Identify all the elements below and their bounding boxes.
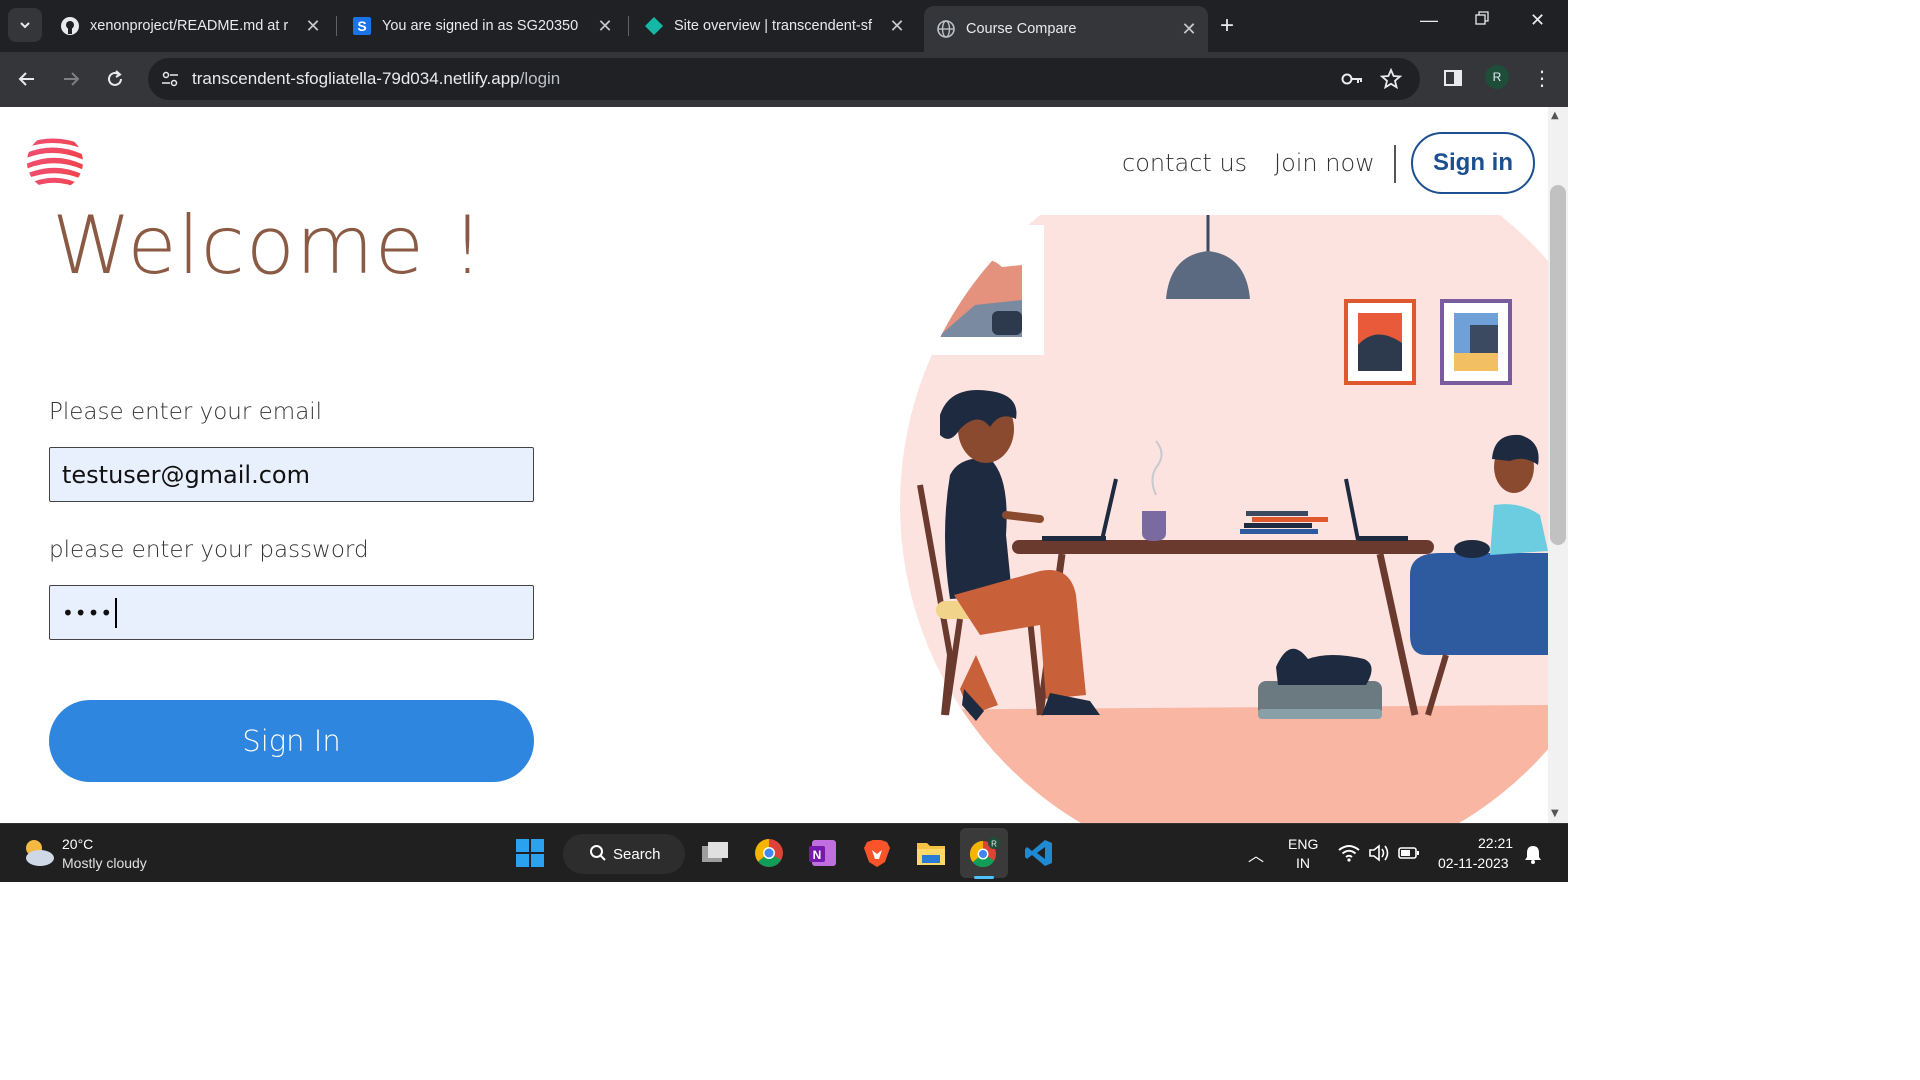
brave-icon[interactable] [860, 836, 894, 870]
search-label: Search [613, 845, 661, 863]
tab-github[interactable]: xenonproject/README.md at r ✕ [48, 6, 332, 46]
browser-toolbar: transcendent-sfogliatella-79d034.netlify… [0, 52, 1568, 107]
close-icon[interactable]: ✕ [886, 16, 908, 37]
clock-time[interactable]: 22:21 [1478, 835, 1513, 851]
task-view-icon[interactable] [698, 836, 732, 870]
url-path: /login [519, 69, 561, 88]
search-icon [589, 844, 607, 866]
tab-divider [336, 16, 337, 36]
globe-icon [936, 19, 956, 39]
scrollbar-thumb[interactable] [1550, 185, 1566, 545]
login-page: contact us Join now Sign in Welcome ! Pl… [0, 107, 1548, 823]
language-line2[interactable]: IN [1296, 855, 1310, 871]
close-icon[interactable]: ✕ [302, 16, 324, 37]
site-info-icon[interactable] [160, 69, 180, 93]
wifi-icon[interactable] [1338, 844, 1360, 866]
chrome-profile-icon[interactable]: R [967, 836, 1001, 870]
side-panel-icon[interactable] [1443, 68, 1463, 92]
join-now-link[interactable]: Join now [1274, 149, 1375, 177]
password-value: •••• [62, 600, 114, 625]
brand-logo[interactable] [26, 133, 84, 191]
tab-signed-in[interactable]: S You are signed in as SG20350 ✕ [340, 6, 624, 46]
workspace-illustration [900, 215, 1548, 823]
menu-dots-icon[interactable]: ⋮ [1532, 66, 1552, 90]
github-icon [60, 16, 80, 36]
scroll-down-icon[interactable]: ▼ [1551, 808, 1559, 819]
tab-title: You are signed in as SG20350 [382, 18, 579, 34]
new-tab-button[interactable]: + [1220, 12, 1234, 40]
email-label: Please enter your email [49, 399, 323, 425]
weather-description[interactable]: Mostly cloudy [62, 855, 147, 871]
forward-button[interactable] [56, 64, 86, 94]
address-bar[interactable]: transcendent-sfogliatella-79d034.netlify… [148, 58, 1420, 100]
url-host: transcendent-sfogliatella-79d034.netlify… [192, 69, 520, 88]
vscode-icon[interactable] [1022, 836, 1056, 870]
close-icon[interactable]: ✕ [594, 16, 616, 37]
minimize-icon[interactable]: — [1420, 10, 1438, 31]
password-field[interactable]: •••• [49, 585, 534, 640]
scroll-up-icon[interactable]: ▲ [1551, 110, 1559, 121]
email-field[interactable]: testuser@gmail.com [49, 447, 534, 502]
browser-tab-bar: xenonproject/README.md at r ✕ S You are … [0, 0, 1568, 52]
password-label: please enter your password [49, 537, 369, 563]
page-title: Welcome ! [52, 199, 485, 292]
url-text: transcendent-sfogliatella-79d034.netlify… [192, 69, 560, 89]
contact-us-link[interactable]: contact us [1122, 149, 1247, 177]
svg-text:N: N [813, 848, 822, 862]
active-indicator [974, 876, 994, 879]
windows-start-icon[interactable] [513, 836, 547, 870]
nav-divider [1394, 145, 1396, 183]
clock-date[interactable]: 02-11-2023 [1438, 855, 1509, 871]
text-caret [115, 597, 118, 628]
weather-cloudy-icon[interactable] [20, 836, 56, 872]
file-explorer-icon[interactable] [914, 836, 948, 870]
arrow-left-icon [18, 72, 34, 86]
tab-netlify[interactable]: Site overview | transcendent-sf ✕ [632, 6, 916, 46]
taskbar-search[interactable]: Search [563, 834, 685, 874]
netlify-icon [644, 16, 664, 36]
arrow-right-icon [64, 72, 80, 86]
volume-icon[interactable] [1368, 844, 1390, 866]
email-value: testuser@gmail.com [62, 460, 310, 489]
windows-taskbar: 20°C Mostly cloudy Search N R ︿ ENG IN 2… [0, 823, 1568, 882]
tab-title: xenonproject/README.md at r [90, 18, 289, 34]
profile-avatar[interactable]: R [1485, 65, 1509, 89]
language-line1[interactable]: ENG [1288, 836, 1318, 852]
s-app-icon: S [352, 16, 372, 36]
sign-in-button[interactable]: Sign In [49, 700, 534, 782]
header-sign-in-button[interactable]: Sign in [1411, 132, 1535, 194]
onenote-icon[interactable]: N [806, 836, 840, 870]
notification-bell-icon[interactable] [1524, 844, 1542, 868]
tab-divider [628, 16, 629, 36]
tab-title: Site overview | transcendent-sf [674, 18, 872, 34]
chevron-down-icon [20, 22, 30, 29]
restore-icon[interactable] [1474, 10, 1490, 31]
weather-temperature[interactable]: 20°C [62, 836, 93, 852]
mug-icon [1142, 511, 1166, 541]
reload-icon [108, 70, 122, 86]
battery-icon[interactable] [1398, 845, 1420, 865]
chrome-icon[interactable] [752, 836, 786, 870]
close-icon[interactable]: ✕ [1178, 19, 1200, 40]
reload-button[interactable] [100, 64, 130, 94]
key-icon[interactable] [1340, 69, 1364, 93]
tab-course-compare[interactable]: Course Compare ✕ [924, 6, 1208, 52]
table [1012, 540, 1434, 554]
tab-title: Course Compare [966, 21, 1077, 37]
back-button[interactable] [12, 64, 42, 94]
person-woman [945, 458, 1012, 599]
tab-search-button[interactable] [8, 8, 42, 42]
svg-text:S: S [357, 18, 366, 34]
bookmark-star-icon[interactable] [1379, 67, 1403, 94]
tray-overflow-icon[interactable]: ︿ [1248, 842, 1264, 866]
window-close-icon[interactable]: ✕ [1530, 10, 1545, 31]
svg-text:R: R [991, 840, 997, 849]
